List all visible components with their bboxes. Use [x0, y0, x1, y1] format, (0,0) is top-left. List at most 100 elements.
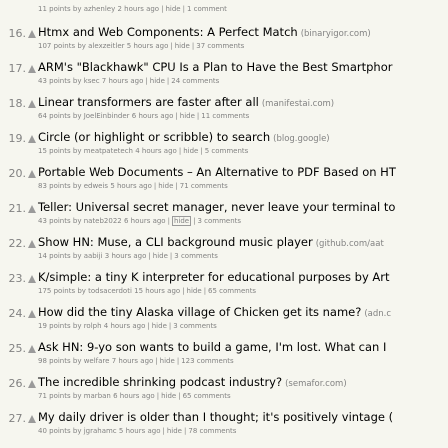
story-author-link[interactable]: welfare	[84, 357, 110, 365]
story-author-link[interactable]: nateb2022	[84, 217, 122, 225]
separator: |	[182, 287, 185, 295]
story-site[interactable]: (adn.c	[364, 309, 391, 319]
story-age-link[interactable]: 6 hours ago	[113, 392, 155, 400]
upvote-arrow-icon[interactable]	[28, 170, 36, 178]
story-title-link[interactable]: The incredible shrinking podcast industr…	[38, 375, 282, 389]
story-title-link[interactable]: Htmx and Web Components: A Perfect Match	[38, 25, 298, 39]
hide-link[interactable]: hide	[175, 42, 190, 50]
hide-link[interactable]: hide	[165, 5, 180, 13]
hide-link[interactable]: hide	[167, 427, 182, 435]
upvote-arrow-icon[interactable]	[28, 380, 36, 388]
story-title-link[interactable]: Circle (or highlight or scribble) to sea…	[38, 130, 270, 144]
story-author-link[interactable]: todsacerdoti	[88, 287, 132, 295]
story-comments-link[interactable]: 3 comments	[197, 217, 241, 225]
by-label: by	[72, 77, 82, 85]
upvote-arrow-icon[interactable]	[28, 275, 36, 283]
story-author-link[interactable]: meatpatetech	[84, 147, 133, 155]
upvote-arrow-icon[interactable]	[28, 345, 36, 353]
upvote-arrow-icon[interactable]	[28, 240, 36, 248]
story-comments-link[interactable]: 78 comments	[188, 427, 236, 435]
story-author-link[interactable]: marban	[84, 392, 111, 400]
story-age-link[interactable]: 3 hours ago	[105, 252, 147, 260]
hide-link[interactable]: hide	[183, 147, 198, 155]
story-comments-link[interactable]: 71 comments	[180, 182, 228, 190]
story-age-link[interactable]: 7 hours ago	[102, 77, 144, 85]
story-list: 11 points by azhenley 2 hours ago | hide | 1…	[0, 0, 448, 448]
story-site[interactable]: (manifestai.com)	[262, 99, 334, 109]
story-author-link[interactable]: aabiji	[84, 252, 103, 260]
story-age-link[interactable]: 6 hours ago	[124, 217, 166, 225]
separator: |	[176, 357, 180, 365]
story-rank: 22.	[8, 237, 27, 250]
separator: |	[182, 5, 185, 13]
by-label: by	[72, 252, 82, 260]
story-age-link[interactable]: 5 hours ago	[110, 182, 152, 190]
upvote-arrow-icon[interactable]	[28, 310, 36, 318]
story-site[interactable]: (binaryigor.com)	[301, 29, 371, 39]
separator: |	[145, 77, 148, 85]
story-age-link[interactable]: 7 hours ago	[112, 357, 154, 365]
story-author-link[interactable]: azhenley	[84, 5, 116, 13]
story-comments-link[interactable]: 65 comments	[183, 392, 231, 400]
story-age-link[interactable]: 6 hours ago	[132, 112, 174, 120]
hide-link[interactable]: hide	[150, 77, 165, 85]
story-comments-link[interactable]: 1 comment	[187, 5, 227, 13]
hide-link[interactable]: hide	[171, 216, 192, 226]
upvote-arrow-icon[interactable]	[28, 135, 36, 143]
story-author-link[interactable]: jgrahamc	[84, 427, 117, 435]
story-title-link[interactable]: Ask HN: 9-yo son wants to build a game, …	[38, 340, 386, 354]
upvote-arrow-icon[interactable]	[28, 415, 36, 423]
separator: |	[178, 147, 182, 155]
hide-link[interactable]: hide	[153, 252, 168, 260]
by-label: by	[77, 287, 86, 295]
story-age-link[interactable]: 5 hours ago	[119, 427, 161, 435]
story-title-line: How did the tiny Alaska village of Chick…	[38, 305, 391, 322]
story-age-link[interactable]: 4 hours ago	[135, 147, 177, 155]
story-title-link[interactable]: Show HN: Muse, a CLI background music pl…	[38, 235, 313, 249]
story-comments-link[interactable]: 11 comments	[201, 112, 249, 120]
upvote-arrow-icon[interactable]	[28, 30, 36, 38]
story-age-link[interactable]: 15 hours ago	[134, 287, 180, 295]
story-age-link[interactable]: 4 hours ago	[104, 322, 146, 330]
story-comments-link[interactable]: 3 comments	[174, 252, 218, 260]
story-item: 27. My daily driver is older than I thoug…	[0, 407, 448, 444]
hide-link[interactable]: hide	[160, 357, 175, 365]
story-comments-link[interactable]: 123 comments	[181, 357, 234, 365]
story-title-link[interactable]: My daily driver is older than I thought;…	[38, 410, 393, 424]
story-age-link[interactable]: 2 hours ago	[117, 5, 159, 13]
story-comments-link[interactable]: 24 comments	[171, 77, 219, 85]
story-author-link[interactable]: edweis	[84, 182, 108, 190]
story-title-link[interactable]: Linear transformers are faster after all	[38, 95, 259, 109]
separator: |	[166, 77, 170, 85]
story-site[interactable]: (semafor.com)	[285, 379, 347, 389]
story-title-line: The incredible shrinking podcast industr…	[38, 375, 347, 392]
story-title-link[interactable]: K/simple: a tiny K interpreter for educa…	[38, 270, 390, 284]
story-site[interactable]: (blog.google)	[273, 134, 329, 144]
story-title-link[interactable]: Teller: Universal secret manager, never …	[38, 200, 395, 214]
hide-link[interactable]: hide	[158, 182, 173, 190]
upvote-arrow-icon[interactable]	[28, 205, 36, 213]
hide-link[interactable]: hide	[152, 322, 167, 330]
story-comments-link[interactable]: 37 comments	[196, 42, 244, 50]
story-comments-link[interactable]: 65 comments	[208, 287, 256, 295]
story-subtext: 71 points by marban 6 hours ago | hide | 65 …	[38, 391, 231, 401]
story-title-link[interactable]: ARM's "Blackhawk" CPU Is a Plan to Have …	[38, 60, 392, 74]
story-points: 175 points	[38, 287, 76, 295]
story-comments-link[interactable]: 3 comments	[173, 322, 217, 330]
story-title-link[interactable]: Portable Web Documents – An Alternative …	[38, 165, 396, 179]
hide-link[interactable]: hide	[161, 392, 176, 400]
story-author-link[interactable]: rolph	[84, 322, 102, 330]
upvote-arrow-icon[interactable]	[28, 100, 36, 108]
hide-link[interactable]: hide	[180, 112, 195, 120]
story-title-link[interactable]: How did the tiny Alaska village of Chick…	[38, 305, 361, 319]
hide-link[interactable]: hide	[187, 287, 202, 295]
separator: |	[161, 5, 164, 13]
story-age-link[interactable]: 5 hours ago	[127, 42, 169, 50]
upvote-arrow-icon[interactable]	[28, 65, 36, 73]
story-comments-link[interactable]: 5 comments	[205, 147, 249, 155]
story-title-line: Circle (or highlight or scribble) to sea…	[38, 130, 330, 147]
story-site[interactable]: (github.com/aat	[316, 239, 384, 249]
story-author-link[interactable]: JoelEinbinder	[84, 112, 130, 120]
story-author-link[interactable]: alexzeitler	[88, 42, 124, 50]
story-author-link[interactable]: ksec	[84, 77, 100, 85]
